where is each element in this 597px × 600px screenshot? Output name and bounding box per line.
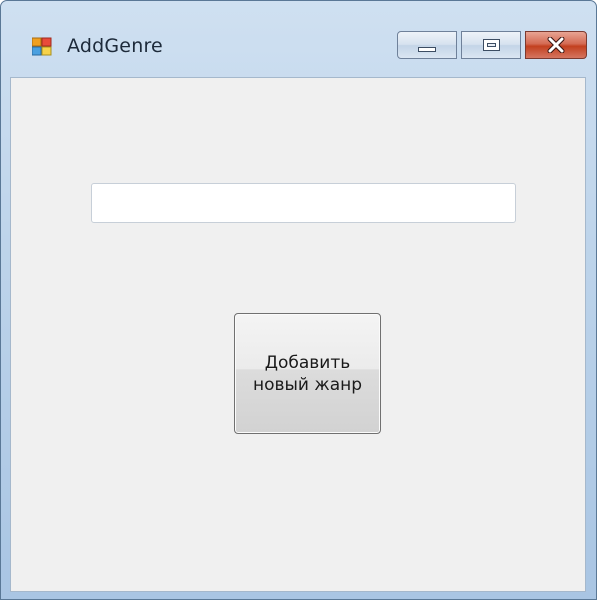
close-icon (547, 37, 565, 53)
window: AddGenre Добавить новый жанр (0, 0, 597, 600)
maximize-button[interactable] (461, 31, 521, 59)
maximize-icon (482, 39, 500, 51)
add-genre-button[interactable]: Добавить новый жанр (234, 313, 381, 434)
minimize-icon (418, 46, 436, 52)
form-client-area: Добавить новый жанр (10, 77, 586, 592)
genre-name-input[interactable] (91, 183, 516, 223)
add-genre-button-label: Добавить новый жанр (252, 352, 363, 395)
close-button[interactable] (525, 31, 587, 59)
title-bar[interactable]: AddGenre (1, 1, 596, 77)
minimize-button[interactable] (397, 31, 457, 59)
app-icon (32, 37, 52, 56)
window-title: AddGenre (67, 35, 163, 57)
